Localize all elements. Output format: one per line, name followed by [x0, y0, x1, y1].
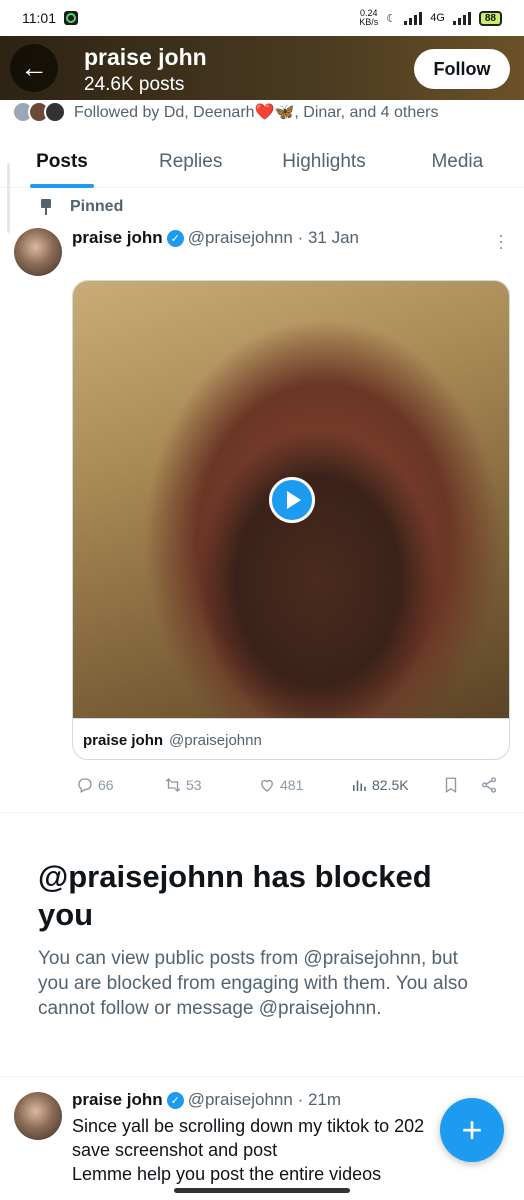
plus-icon: +: [461, 1109, 483, 1150]
tab-posts[interactable]: Posts: [0, 136, 124, 188]
divider: [0, 1076, 524, 1077]
back-button[interactable]: ←: [10, 44, 58, 92]
pin-icon: [40, 199, 52, 215]
profile-header: ← praise john 24.6K posts Follow: [0, 36, 524, 100]
home-indicator[interactable]: [174, 1188, 350, 1193]
author-name[interactable]: praise john: [72, 1090, 163, 1110]
play-icon[interactable]: [269, 477, 315, 523]
quote-author-name: praise john: [83, 731, 164, 749]
arrow-left-icon: ←: [20, 52, 48, 83]
post-actions: 66 53 481 82.5K: [72, 774, 502, 796]
blocked-description: You can view public posts from @praisejo…: [38, 948, 468, 1019]
battery-indicator: 88: [478, 10, 502, 26]
author-handle: @praisejohnn · 31 Jan: [187, 228, 359, 247]
views-icon: [353, 780, 366, 791]
bookmark-button[interactable]: [442, 776, 460, 794]
post-header: praise john ✓ @praisejohnn · 31 Jan: [72, 228, 359, 248]
verified-badge-icon: ✓: [166, 1091, 184, 1109]
blocked-notice: @praisejohnn has blocked you You can vie…: [38, 858, 488, 1021]
status-bar: 11:01 0.24 KB/s ☾ 4G 88: [0, 0, 524, 36]
share-button[interactable]: [480, 776, 498, 794]
like-count: 481: [280, 777, 304, 793]
network-speed: 0.24 KB/s: [359, 8, 379, 27]
video-thumbnail[interactable]: [73, 281, 509, 718]
scroll-indicator: [7, 163, 10, 233]
tab-media[interactable]: Media: [391, 136, 524, 187]
avatar[interactable]: [14, 228, 62, 276]
tab-replies[interactable]: Replies: [124, 136, 257, 187]
reply-icon: [78, 778, 92, 793]
profile-tabs: Posts Replies Highlights Media: [0, 136, 524, 188]
share-icon: [481, 777, 497, 793]
followed-by-text: Followed by Dd, Deenarh❤️🦋, Dinar, and 4…: [74, 104, 439, 121]
video-card[interactable]: praise john @praisejohnn: [72, 280, 510, 760]
compose-button[interactable]: +: [440, 1098, 504, 1162]
app-notification-icon: [64, 11, 78, 25]
network-type: 4G: [430, 12, 445, 24]
tab-highlights[interactable]: Highlights: [257, 136, 390, 187]
status-time: 11:01: [22, 10, 56, 26]
post-count: 24.6K posts: [84, 74, 185, 95]
bookmark-icon: [445, 777, 457, 794]
views-button[interactable]: 82.5K: [350, 776, 409, 794]
post-line: Lemme help you post the entire videos: [72, 1164, 382, 1184]
status-right: 0.24 KB/s ☾ 4G 88: [359, 9, 502, 27]
blocked-title: @praisejohnn has blocked you: [38, 859, 432, 932]
heart-icon: [261, 779, 273, 792]
followed-by[interactable]: Followed by Dd, Deenarh❤️🦋, Dinar, and 4…: [12, 100, 438, 124]
profile-name: praise john: [84, 44, 207, 70]
repost-icon: [165, 778, 181, 792]
more-options-icon[interactable]: · · ·: [498, 226, 504, 256]
verified-badge-icon: ✓: [166, 229, 184, 247]
moon-icon: ☾: [386, 12, 397, 25]
follow-button[interactable]: Follow: [414, 49, 510, 89]
pinned-label: Pinned: [40, 198, 123, 216]
divider: [0, 812, 524, 813]
quote-attribution[interactable]: praise john @praisejohnn: [73, 718, 509, 759]
author-name[interactable]: praise john: [72, 228, 163, 248]
view-count: 82.5K: [372, 777, 409, 793]
author-handle: @praisejohnn · 21m: [187, 1090, 342, 1109]
post-header: praise john ✓ @praisejohnn · 21m: [72, 1090, 341, 1110]
reply-button[interactable]: 66: [76, 776, 114, 794]
quote-author-handle: @praisejohnn: [169, 731, 262, 749]
follower-avatar: [44, 101, 66, 123]
signal-icon: [404, 11, 423, 25]
signal-icon-2: [452, 11, 471, 25]
reply-count: 66: [98, 777, 114, 793]
repost-button[interactable]: 53: [164, 776, 202, 794]
avatar[interactable]: [14, 1092, 62, 1140]
repost-count: 53: [186, 777, 202, 793]
like-button[interactable]: 481: [258, 776, 303, 794]
